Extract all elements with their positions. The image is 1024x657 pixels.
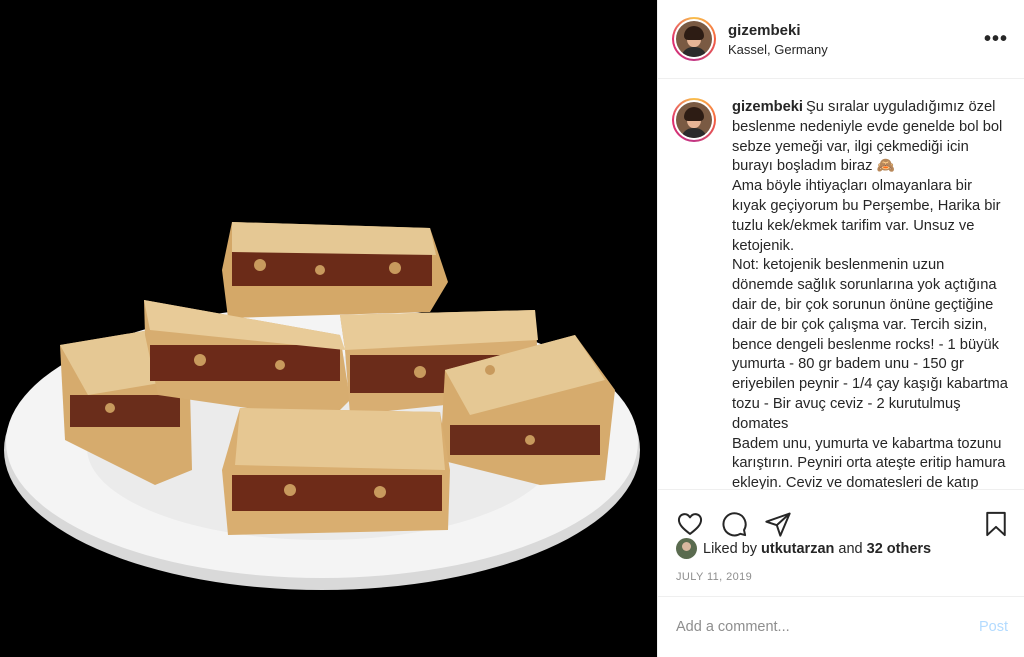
caption-line: Badem unu, yumurta ve kabartma tozunu ka… xyxy=(732,435,1006,489)
likes-and: and xyxy=(838,540,863,557)
liker-avatar[interactable] xyxy=(676,538,697,559)
more-options-icon[interactable]: ••• xyxy=(984,29,1008,49)
action-bar xyxy=(658,489,1024,545)
comment-icon[interactable] xyxy=(720,510,748,538)
author-avatar[interactable] xyxy=(672,17,716,61)
post-photo[interactable] xyxy=(0,0,657,657)
post-location[interactable]: Kassel, Germany xyxy=(728,42,984,57)
post-date[interactable]: JULY 11, 2019 xyxy=(676,571,752,583)
post-comment-button[interactable]: Post xyxy=(979,619,1008,635)
heart-icon[interactable] xyxy=(676,510,704,538)
caption-avatar[interactable] xyxy=(672,98,716,142)
comment-input[interactable] xyxy=(676,619,979,635)
caption-username[interactable]: gizembeki xyxy=(732,99,803,115)
caption-section: gizembeki Şu sıralar uyguladığımız özel b… xyxy=(658,80,1024,489)
post-header: gizembeki Kassel, Germany ••• xyxy=(658,0,1024,79)
comment-bar: Post xyxy=(658,596,1024,657)
likes-others[interactable]: 32 others xyxy=(867,541,931,557)
caption-line: Ama böyle ihtiyaçları olmayanlara bir kı… xyxy=(732,178,1001,254)
caption-line: Not: ketojenik beslenmenin uzun dönemde … xyxy=(732,257,1008,432)
post-caption: gizembeki Şu sıralar uyguladığımız özel b… xyxy=(732,98,1008,489)
liker-username[interactable]: utkutarzan xyxy=(761,541,834,557)
likes-summary: Liked by utkutarzan and 32 others xyxy=(676,538,931,559)
likes-prefix: Liked by xyxy=(703,540,758,557)
post-details-panel: gizembeki Kassel, Germany ••• gizembeki Ş… xyxy=(657,0,1024,657)
author-username[interactable]: gizembeki xyxy=(728,22,984,39)
bookmark-icon[interactable] xyxy=(982,510,1010,538)
share-icon[interactable] xyxy=(764,510,792,538)
